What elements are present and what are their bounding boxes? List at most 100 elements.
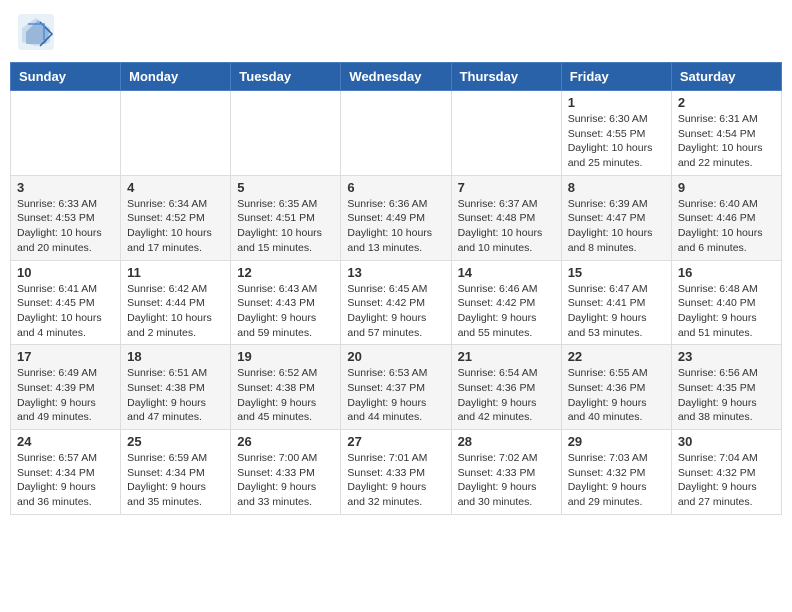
day-number: 18 xyxy=(127,349,224,364)
calendar-cell: 28Sunrise: 7:02 AM Sunset: 4:33 PM Dayli… xyxy=(451,430,561,515)
calendar-cell: 8Sunrise: 6:39 AM Sunset: 4:47 PM Daylig… xyxy=(561,175,671,260)
day-info: Sunrise: 6:41 AM Sunset: 4:45 PM Dayligh… xyxy=(17,282,114,341)
calendar-cell: 24Sunrise: 6:57 AM Sunset: 4:34 PM Dayli… xyxy=(11,430,121,515)
calendar-cell: 26 Sunrise: 7:00 AM Sunset: 4:33 PM Dayli… xyxy=(231,430,341,515)
day-info: Sunrise: 6:52 AM Sunset: 4:38 PM Dayligh… xyxy=(237,366,334,425)
calendar-cell: 9Sunrise: 6:40 AM Sunset: 4:46 PM Daylig… xyxy=(671,175,781,260)
day-number: 13 xyxy=(347,265,444,280)
calendar-week-row: 24Sunrise: 6:57 AM Sunset: 4:34 PM Dayli… xyxy=(11,430,782,515)
day-number: 27 xyxy=(347,434,444,449)
day-number: 21 xyxy=(458,349,555,364)
calendar-cell: 2 Sunrise: 6:31 AM Sunset: 4:54 PM Daylig… xyxy=(671,91,781,176)
day-number: 25 xyxy=(127,434,224,449)
day-info: Sunrise: 6:48 AM Sunset: 4:40 PM Dayligh… xyxy=(678,282,775,341)
calendar-cell: 6Sunrise: 6:36 AM Sunset: 4:49 PM Daylig… xyxy=(341,175,451,260)
calendar-cell: 21 Sunrise: 6:54 AM Sunset: 4:36 PM Dayli… xyxy=(451,345,561,430)
day-info: Sunrise: 6:34 AM Sunset: 4:52 PM Dayligh… xyxy=(127,197,224,256)
weekday-header-row: SundayMondayTuesdayWednesdayThursdayFrid… xyxy=(11,63,782,91)
day-info: Sunrise: 6:55 AM Sunset: 4:36 PM Dayligh… xyxy=(568,366,665,425)
day-number: 26 xyxy=(237,434,334,449)
day-info: Sunrise: 7:00 AM Sunset: 4:33 PM Dayligh… xyxy=(237,451,334,510)
calendar-cell: 25Sunrise: 6:59 AM Sunset: 4:34 PM Dayli… xyxy=(121,430,231,515)
day-number: 5 xyxy=(237,180,334,195)
day-number: 29 xyxy=(568,434,665,449)
day-info: Sunrise: 6:49 AM Sunset: 4:39 PM Dayligh… xyxy=(17,366,114,425)
calendar-cell: 27 Sunrise: 7:01 AM Sunset: 4:33 PM Dayli… xyxy=(341,430,451,515)
day-info: Sunrise: 6:53 AM Sunset: 4:37 PM Dayligh… xyxy=(347,366,444,425)
calendar-table: SundayMondayTuesdayWednesdayThursdayFrid… xyxy=(10,62,782,515)
calendar-cell xyxy=(121,91,231,176)
calendar-cell: 16 Sunrise: 6:48 AM Sunset: 4:40 PM Dayli… xyxy=(671,260,781,345)
day-number: 3 xyxy=(17,180,114,195)
day-info: Sunrise: 6:47 AM Sunset: 4:41 PM Dayligh… xyxy=(568,282,665,341)
day-number: 1 xyxy=(568,95,665,110)
day-number: 16 xyxy=(678,265,775,280)
calendar-cell: 10 Sunrise: 6:41 AM Sunset: 4:45 PM Dayli… xyxy=(11,260,121,345)
day-number: 6 xyxy=(347,180,444,195)
day-number: 30 xyxy=(678,434,775,449)
logo-icon xyxy=(18,14,54,50)
day-info: Sunrise: 6:45 AM Sunset: 4:42 PM Dayligh… xyxy=(347,282,444,341)
day-number: 15 xyxy=(568,265,665,280)
day-info: Sunrise: 6:31 AM Sunset: 4:54 PM Dayligh… xyxy=(678,112,775,171)
day-number: 20 xyxy=(347,349,444,364)
calendar-cell: 18 Sunrise: 6:51 AM Sunset: 4:38 PM Dayli… xyxy=(121,345,231,430)
day-info: Sunrise: 6:42 AM Sunset: 4:44 PM Dayligh… xyxy=(127,282,224,341)
calendar-cell: 29 Sunrise: 7:03 AM Sunset: 4:32 PM Dayli… xyxy=(561,430,671,515)
day-info: Sunrise: 6:37 AM Sunset: 4:48 PM Dayligh… xyxy=(458,197,555,256)
calendar-cell xyxy=(451,91,561,176)
day-number: 10 xyxy=(17,265,114,280)
calendar-cell: 14 Sunrise: 6:46 AM Sunset: 4:42 PM Dayli… xyxy=(451,260,561,345)
day-info: Sunrise: 6:40 AM Sunset: 4:46 PM Dayligh… xyxy=(678,197,775,256)
logo xyxy=(18,14,54,50)
day-number: 24 xyxy=(17,434,114,449)
day-info: Sunrise: 6:33 AM Sunset: 4:53 PM Dayligh… xyxy=(17,197,114,256)
day-number: 28 xyxy=(458,434,555,449)
calendar-cell xyxy=(231,91,341,176)
calendar-cell: 19 Sunrise: 6:52 AM Sunset: 4:38 PM Dayli… xyxy=(231,345,341,430)
day-info: Sunrise: 7:01 AM Sunset: 4:33 PM Dayligh… xyxy=(347,451,444,510)
calendar-cell: 4 Sunrise: 6:34 AM Sunset: 4:52 PM Daylig… xyxy=(121,175,231,260)
weekday-header-saturday: Saturday xyxy=(671,63,781,91)
calendar-cell xyxy=(341,91,451,176)
calendar-cell: 12Sunrise: 6:43 AM Sunset: 4:43 PM Dayli… xyxy=(231,260,341,345)
day-info: Sunrise: 6:35 AM Sunset: 4:51 PM Dayligh… xyxy=(237,197,334,256)
weekday-header-sunday: Sunday xyxy=(11,63,121,91)
calendar-cell: 11 Sunrise: 6:42 AM Sunset: 4:44 PM Dayli… xyxy=(121,260,231,345)
day-number: 22 xyxy=(568,349,665,364)
day-info: Sunrise: 6:51 AM Sunset: 4:38 PM Dayligh… xyxy=(127,366,224,425)
weekday-header-friday: Friday xyxy=(561,63,671,91)
day-number: 7 xyxy=(458,180,555,195)
day-info: Sunrise: 6:30 AM Sunset: 4:55 PM Dayligh… xyxy=(568,112,665,171)
day-info: Sunrise: 6:56 AM Sunset: 4:35 PM Dayligh… xyxy=(678,366,775,425)
day-number: 12 xyxy=(237,265,334,280)
calendar-cell: 17Sunrise: 6:49 AM Sunset: 4:39 PM Dayli… xyxy=(11,345,121,430)
day-info: Sunrise: 6:39 AM Sunset: 4:47 PM Dayligh… xyxy=(568,197,665,256)
page-header xyxy=(10,10,782,54)
day-number: 2 xyxy=(678,95,775,110)
day-number: 4 xyxy=(127,180,224,195)
weekday-header-tuesday: Tuesday xyxy=(231,63,341,91)
day-number: 19 xyxy=(237,349,334,364)
calendar-cell: 3 Sunrise: 6:33 AM Sunset: 4:53 PM Daylig… xyxy=(11,175,121,260)
weekday-header-monday: Monday xyxy=(121,63,231,91)
day-info: Sunrise: 7:03 AM Sunset: 4:32 PM Dayligh… xyxy=(568,451,665,510)
calendar-cell: 23 Sunrise: 6:56 AM Sunset: 4:35 PM Dayli… xyxy=(671,345,781,430)
calendar-cell xyxy=(11,91,121,176)
calendar-cell: 22 Sunrise: 6:55 AM Sunset: 4:36 PM Dayli… xyxy=(561,345,671,430)
calendar-cell: 20 Sunrise: 6:53 AM Sunset: 4:37 PM Dayli… xyxy=(341,345,451,430)
weekday-header-thursday: Thursday xyxy=(451,63,561,91)
calendar-week-row: 17Sunrise: 6:49 AM Sunset: 4:39 PM Dayli… xyxy=(11,345,782,430)
calendar-week-row: 1 Sunrise: 6:30 AM Sunset: 4:55 PM Daylig… xyxy=(11,91,782,176)
calendar-cell: 5 Sunrise: 6:35 AM Sunset: 4:51 PM Daylig… xyxy=(231,175,341,260)
weekday-header-wednesday: Wednesday xyxy=(341,63,451,91)
day-number: 11 xyxy=(127,265,224,280)
day-number: 14 xyxy=(458,265,555,280)
day-info: Sunrise: 6:46 AM Sunset: 4:42 PM Dayligh… xyxy=(458,282,555,341)
day-info: Sunrise: 6:54 AM Sunset: 4:36 PM Dayligh… xyxy=(458,366,555,425)
day-number: 23 xyxy=(678,349,775,364)
calendar-cell: 7 Sunrise: 6:37 AM Sunset: 4:48 PM Daylig… xyxy=(451,175,561,260)
calendar-week-row: 10 Sunrise: 6:41 AM Sunset: 4:45 PM Dayli… xyxy=(11,260,782,345)
calendar-week-row: 3 Sunrise: 6:33 AM Sunset: 4:53 PM Daylig… xyxy=(11,175,782,260)
calendar-cell: 30Sunrise: 7:04 AM Sunset: 4:32 PM Dayli… xyxy=(671,430,781,515)
